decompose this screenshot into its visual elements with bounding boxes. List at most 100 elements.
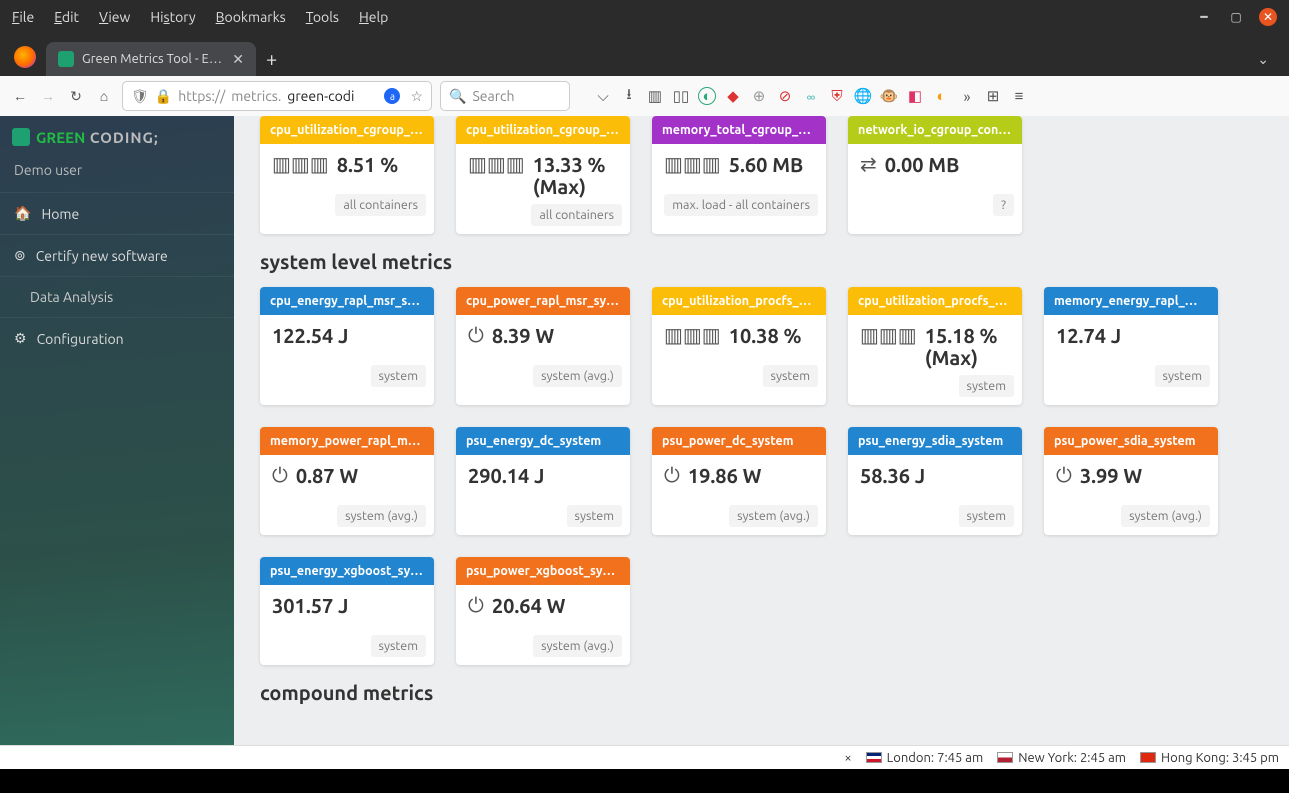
sidebar-item-certify-new-software[interactable]: ⊚Certify new software [0,234,234,276]
power-icon: ⏻ [272,465,288,485]
sidebar-item-home[interactable]: 🏠Home [0,192,234,234]
metric-card-body: ⏻20.64 W [456,585,630,629]
extension-badge-icon[interactable]: a [384,88,400,104]
menu-help[interactable]: Help [359,9,388,25]
power-icon: ⏻ [468,595,484,615]
metric-footer-label: system [371,365,426,387]
extension-4-icon[interactable]: ⊘ [776,87,794,105]
metric-card-footer: system (avg.) [260,499,434,535]
menu-bookmarks[interactable]: Bookmarks [216,9,286,25]
metric-card-title: psu_energy_dc_system [456,427,630,455]
sidebar-item-label: Configuration [37,331,124,347]
metric-card[interactable]: cpu_utilization_procfs_sys...▥▥▥15.18 % … [848,287,1022,405]
menu-tools[interactable]: Tools [306,9,339,25]
home-button[interactable]: ⌂ [94,88,114,104]
bookmark-star-icon[interactable]: ☆ [410,88,423,105]
metric-card[interactable]: psu_power_dc_system⏻19.86 Wsystem (avg.) [652,427,826,535]
sidebar-item-data-analysis[interactable]: Data Analysis [0,276,234,317]
more-extensions-icon[interactable]: » [958,87,976,105]
metric-card[interactable]: cpu_power_rapl_msr_syst...⏻8.39 Wsystem … [456,287,630,405]
extension-1-icon[interactable]: ◐ [698,87,716,105]
metric-card-footer: all containers [456,198,630,234]
metric-card-body: ⏻19.86 W [652,455,826,499]
extension-7-icon[interactable]: 🌐 [854,87,872,105]
extension-10-icon[interactable]: ◐ [932,87,950,105]
app-menu-icon[interactable]: ≡ [1010,87,1028,105]
search-icon: 🔍 [449,88,466,105]
metric-card-title: psu_power_sdia_system [1044,427,1218,455]
metric-card-footer: system (avg.) [456,359,630,395]
new-tab-button[interactable]: + [266,47,277,70]
url-host-pre: metrics. [231,88,281,104]
metric-card[interactable]: network_io_cgroup_conta...⇄0.00 MB? [848,116,1022,234]
window-maximize-button[interactable]: ▢ [1227,8,1245,26]
extension-8-icon[interactable]: 🐵 [880,87,898,105]
metric-card[interactable]: psu_energy_dc_system290.14 Jsystem [456,427,630,535]
status-city-newyork: New York: 2:45 am [997,751,1126,765]
metric-card[interactable]: psu_power_xgboost_system⏻20.64 Wsystem (… [456,557,630,665]
tabs-dropdown-icon[interactable]: ⌄ [1257,51,1269,68]
status-close-x[interactable]: × [844,751,851,765]
firefox-icon [14,46,36,68]
window-minimize-button[interactable]: ━ [1195,8,1213,26]
window-close-button[interactable]: ✕ [1259,8,1277,26]
metric-value: 0.87 W [296,465,358,487]
menu-history[interactable]: History [150,9,195,25]
extension-6-icon[interactable]: ⛨ [828,87,846,105]
metric-value: 5.60 MB [729,154,804,176]
metric-footer-label: system [959,375,1014,397]
home-icon: 🏠 [14,205,31,222]
metric-footer-label: system [567,505,622,527]
extension-5-icon[interactable]: ∞ [802,87,820,105]
url-bar[interactable]: 🛡 🔒 https://metrics.green-codi a ☆ [122,81,432,111]
metric-value: 8.51 % [337,154,398,176]
browser-tab[interactable]: Green Metrics Tool - Expe ✕ [46,42,256,76]
menu-file[interactable]: File [12,9,34,25]
metric-footer-label: system (avg.) [533,365,622,387]
power-icon: ⏻ [1056,465,1072,485]
extension-9-icon[interactable]: ◧ [906,87,924,105]
tab-favicon [58,51,74,67]
menu-edit[interactable]: Edit [54,9,79,25]
metric-card[interactable]: psu_energy_xgboost_syst...301.57 Jsystem [260,557,434,665]
metric-card-body: 12.74 J [1044,315,1218,359]
readerview-icon[interactable]: ▯▯ [672,87,690,105]
status-bar: × London: 7:45 am New York: 2:45 am Hong… [0,745,1289,769]
metric-card[interactable]: memory_total_cgroup_co...▥▥▥5.60 MBmax. … [652,116,826,234]
back-button[interactable]: ← [10,88,30,104]
search-bar[interactable]: 🔍 Search [440,81,570,111]
downloads-icon[interactable]: ⭳ [620,87,638,105]
extension-3-icon[interactable]: ⊕ [750,87,768,105]
tab-close-icon[interactable]: ✕ [232,51,244,68]
os-menubar: File Edit View History Bookmarks Tools H… [0,0,1289,34]
uk-flag-icon [866,752,882,763]
metric-card-body: ▥▥▥15.18 % (Max) [848,315,1022,369]
metric-card[interactable]: memory_energy_rapl_msr...12.74 Jsystem [1044,287,1218,405]
extensions-puzzle-icon[interactable]: ⊞ [984,87,1002,105]
help-icon[interactable]: ? [993,194,1014,216]
metric-card[interactable]: psu_power_sdia_system⏻3.99 Wsystem (avg.… [1044,427,1218,535]
metric-value: 8.39 W [492,325,554,347]
menu-view[interactable]: View [99,9,130,25]
metric-card[interactable]: cpu_utilization_procfs_sys...▥▥▥10.38 %s… [652,287,826,405]
metric-card[interactable]: cpu_utilization_cgroup_co...▥▥▥13.33 % (… [456,116,630,234]
metric-card[interactable]: cpu_energy_rapl_msr_syst...122.54 Jsyste… [260,287,434,405]
metric-card[interactable]: cpu_utilization_cgroup_co...▥▥▥8.51 %all… [260,116,434,234]
pocket-icon[interactable]: ⌵ [594,87,612,105]
metric-value: 19.86 W [688,465,762,487]
metric-card-title: cpu_energy_rapl_msr_syst... [260,287,434,315]
metric-card[interactable]: psu_energy_sdia_system58.36 Jsystem [848,427,1022,535]
current-user: Demo user [0,154,234,192]
metric-card-body: ⏻3.99 W [1044,455,1218,499]
metric-card-footer: system [652,359,826,395]
brand-logo[interactable]: GREEN CODING; [0,116,234,154]
reload-button[interactable]: ↻ [66,88,86,105]
extension-2-icon[interactable]: ◆ [724,87,742,105]
library-icon[interactable]: ▥ [646,87,664,105]
status-newyork-text: New York: 2:45 am [1018,751,1126,765]
brand-green: GREEN [36,129,85,146]
metric-card-footer: system (avg.) [456,629,630,665]
sidebar-item-configuration[interactable]: ⚙Configuration [0,317,234,359]
metric-value: 10.38 % [729,325,802,347]
metric-card[interactable]: memory_power_rapl_msr_...⏻0.87 Wsystem (… [260,427,434,535]
